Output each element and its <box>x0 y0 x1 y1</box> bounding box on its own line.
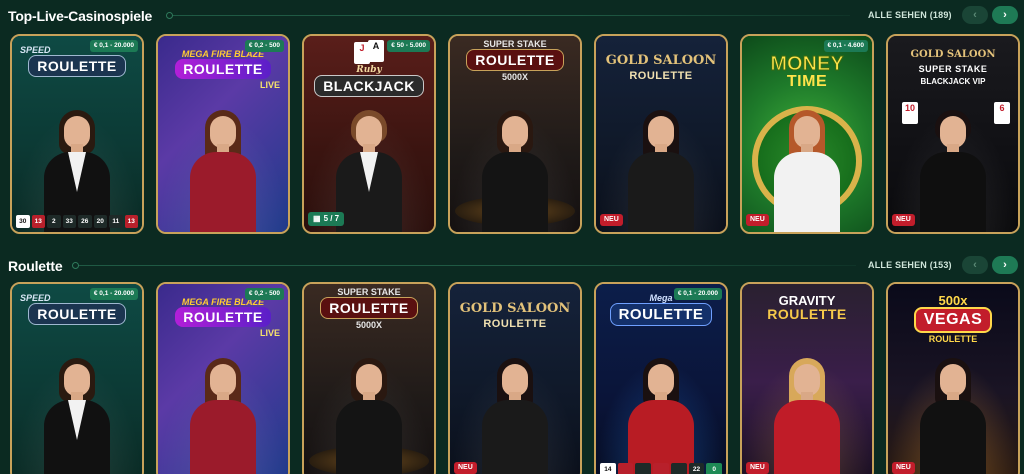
new-badge: NEU <box>454 462 477 474</box>
game-logo: MONEY TIME <box>770 53 844 90</box>
result-number <box>617 463 634 474</box>
dealer-image <box>762 92 852 232</box>
bet-limit-badge: € 0,1 - 20.000 <box>89 288 138 300</box>
game-logo: MEGA FIRE BLAZE ROULETTE LIVE <box>166 298 280 338</box>
new-badge: NEU <box>892 462 915 474</box>
game-card-gravity-roulette[interactable]: GRAVITY ROULETTE NEU <box>740 282 874 474</box>
divider-dot <box>72 262 79 269</box>
game-card-speed-roulette[interactable]: SPEED ROULETTE € 0,1 - 20.000 <box>10 282 144 474</box>
dealer-image <box>762 340 852 474</box>
seat-icon: ▦ <box>313 214 321 223</box>
dealer-image <box>178 340 268 474</box>
result-number: 11 <box>109 215 123 228</box>
playing-card-icon: A <box>368 40 384 62</box>
game-logo: GOLD SALOON ROULETTE <box>605 53 717 82</box>
game-carousel: SPEED ROULETTE € 0,1 - 20.000 30 13 2 33… <box>0 34 1024 238</box>
result-number: 22 <box>688 463 705 474</box>
bet-limit-badge: € 0,1 - 20.000 <box>673 288 722 300</box>
result-number: 26 <box>78 215 92 228</box>
game-logo: GOLD SALOON ROULETTE <box>459 301 571 330</box>
recent-results: 30 13 2 33 26 20 11 13 <box>16 215 138 228</box>
game-card-gold-saloon-blackjack-vip[interactable]: 10 6 GOLD SALOON SUPER STAKE BLACKJACK V… <box>886 34 1020 234</box>
dealer-image <box>178 92 268 232</box>
game-card-super-stake-roulette[interactable]: SUPER STAKE ROULETTE 5000X <box>302 282 436 474</box>
bet-limit-badge: € 0,2 - 500 <box>244 288 284 300</box>
result-number: 0 <box>706 463 723 474</box>
game-logo: Ruby BLACKJACK <box>312 66 426 97</box>
game-carousel: SPEED ROULETTE € 0,1 - 20.000 MEGA FIRE … <box>0 282 1024 474</box>
dealer-image <box>616 92 706 232</box>
section-header: Top-Live-Casinospiele ALLE SEHEN (189) ‹… <box>0 0 1024 32</box>
game-logo: SUPER STAKE ROULETTE 5000X <box>458 40 572 82</box>
dealer-image <box>908 92 998 232</box>
carousel-prev-button[interactable]: ‹ <box>962 256 988 274</box>
new-badge: NEU <box>892 214 915 226</box>
game-logo: MEGA FIRE BLAZE ROULETTE LIVE <box>166 50 280 90</box>
bet-limit-badge: € 0,1 - 4.600 <box>823 40 868 52</box>
carousel-prev-button[interactable]: ‹ <box>962 6 988 24</box>
game-card-mega-fire-blaze-roulette[interactable]: MEGA FIRE BLAZE ROULETTE LIVE € 0,2 - 50… <box>156 282 290 474</box>
result-number: 2 <box>47 215 61 228</box>
section-header: Roulette ALLE SEHEN (153) ‹ › <box>0 250 1024 282</box>
result-number: 14 <box>600 463 616 474</box>
result-number: 30 <box>16 215 30 228</box>
game-logo: GOLD SALOON SUPER STAKE BLACKJACK VIP <box>910 49 996 86</box>
dealer-image <box>324 340 414 474</box>
result-number: 20 <box>93 215 107 228</box>
game-card-mega-roulette[interactable]: Mega ROULETTE € 0,1 - 20.000 14 22 0 <box>594 282 728 474</box>
section-title: Top-Live-Casinospiele <box>8 8 153 24</box>
dealer-image <box>908 340 998 474</box>
result-number <box>653 463 669 474</box>
section-title: Roulette <box>8 258 63 274</box>
game-card-gold-saloon-roulette[interactable]: GOLD SALOON ROULETTE NEU <box>594 34 728 234</box>
bet-limit-badge: € 0,1 - 20.000 <box>89 40 138 52</box>
section-roulette: Roulette ALLE SEHEN (153) ‹ › SPEED ROUL… <box>0 250 1024 474</box>
game-card-ruby-blackjack[interactable]: J A Ruby BLACKJACK € 50 - 5.000 ▦ 5 / 7 <box>302 34 436 234</box>
game-card-super-stake-roulette[interactable]: SUPER STAKE ROULETTE 5000X <box>448 34 582 234</box>
dealer-image <box>32 340 122 474</box>
carousel-next-button[interactable]: › <box>992 6 1018 24</box>
result-number: 13 <box>31 215 45 228</box>
see-all-link[interactable]: ALLE SEHEN (189) <box>868 10 952 20</box>
section-divider <box>166 12 850 19</box>
game-card-speed-roulette[interactable]: SPEED ROULETTE € 0,1 - 20.000 30 13 2 33… <box>10 34 144 234</box>
section-top-live-casino: Top-Live-Casinospiele ALLE SEHEN (189) ‹… <box>0 0 1024 240</box>
result-number: 33 <box>62 215 76 228</box>
dealer-image <box>470 92 560 232</box>
divider-dot <box>166 12 173 19</box>
dealer-image <box>324 92 414 232</box>
section-divider <box>72 262 856 269</box>
bet-limit-badge: € 0,2 - 500 <box>244 40 284 52</box>
game-logo: SUPER STAKE ROULETTE 5000X <box>312 288 426 330</box>
bet-limit-badge: € 50 - 5.000 <box>387 40 430 52</box>
result-number <box>635 463 652 474</box>
game-card-gold-saloon-roulette[interactable]: GOLD SALOON ROULETTE NEU <box>448 282 582 474</box>
new-badge: NEU <box>600 214 623 226</box>
game-card-mega-fire-blaze-roulette[interactable]: MEGA FIRE BLAZE ROULETTE LIVE € 0,2 - 50… <box>156 34 290 234</box>
carousel-next-button[interactable]: › <box>992 256 1018 274</box>
recent-results: 14 22 0 <box>600 463 723 474</box>
new-badge: NEU <box>746 214 769 226</box>
result-number <box>670 463 687 474</box>
dealer-image <box>616 340 706 474</box>
dealer-image <box>470 340 560 474</box>
chevron-left-icon: ‹ <box>973 9 977 21</box>
new-badge: NEU <box>746 462 769 474</box>
result-number: 13 <box>124 215 138 228</box>
see-all-link[interactable]: ALLE SEHEN (153) <box>868 260 952 270</box>
chevron-left-icon: ‹ <box>973 259 977 271</box>
chevron-right-icon: › <box>1003 259 1007 271</box>
game-card-money-time[interactable]: MONEY TIME € 0,1 - 4.600 NEU <box>740 34 874 234</box>
dealer-image <box>32 92 122 232</box>
chevron-right-icon: › <box>1003 9 1007 21</box>
game-logo: 500x VEGAS ROULETTE <box>896 294 1010 344</box>
game-card-vegas-roulette[interactable]: 500x VEGAS ROULETTE NEU <box>886 282 1020 474</box>
seats-available-badge: ▦ 5 / 7 <box>308 212 345 226</box>
game-logo: GRAVITY ROULETTE <box>767 293 847 322</box>
